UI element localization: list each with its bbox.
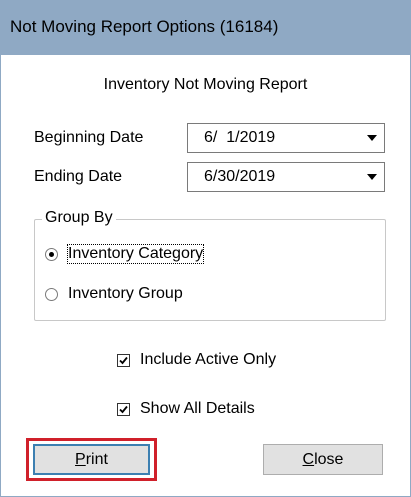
include-active-only-label[interactable]: Include Active Only [140,351,276,369]
title-bar[interactable]: Not Moving Report Options (16184) [1,0,410,55]
beginning-date-label: Beginning Date [34,129,144,146]
report-options-dialog: Not Moving Report Options (16184) Invent… [0,0,411,497]
checkbox-box[interactable] [117,403,130,416]
close-label: lose [314,450,344,468]
checkmark-icon [119,405,128,414]
radio-button-icon[interactable] [45,288,58,301]
print-button[interactable]: Print [33,444,150,475]
close-accelerator: C [302,450,315,468]
print-accelerator: P [75,450,86,468]
radio-inventory-group-label[interactable]: Inventory Group [68,285,183,303]
beginning-date-dropdown-button[interactable] [360,124,384,152]
print-label: rint [85,450,108,468]
checkbox-box[interactable] [117,354,130,367]
ending-date-value: 6/30/2019 [204,168,276,185]
radio-button-icon[interactable] [45,248,58,261]
group-by-box [34,219,386,321]
ending-date-dropdown-button[interactable] [360,163,384,191]
show-all-details-label[interactable]: Show All Details [140,400,255,418]
group-by-legend: Group By [42,209,116,227]
close-button[interactable]: Close [263,444,383,475]
chevron-down-icon [367,135,377,141]
report-heading: Inventory Not Moving Report [103,76,308,93]
chevron-down-icon [367,174,377,180]
beginning-date-value: 6/ 1/2019 [204,129,276,146]
beginning-date-combo[interactable]: 6/ 1/2019 [187,123,385,153]
radio-selected-dot [49,252,54,257]
checkmark-icon [119,356,128,365]
radio-inventory-category-label[interactable]: Inventory Category [66,244,205,264]
ending-date-combo[interactable]: 6/30/2019 [187,162,385,192]
ending-date-label: Ending Date [34,168,123,185]
window-title: Not Moving Report Options (16184) [10,17,279,36]
